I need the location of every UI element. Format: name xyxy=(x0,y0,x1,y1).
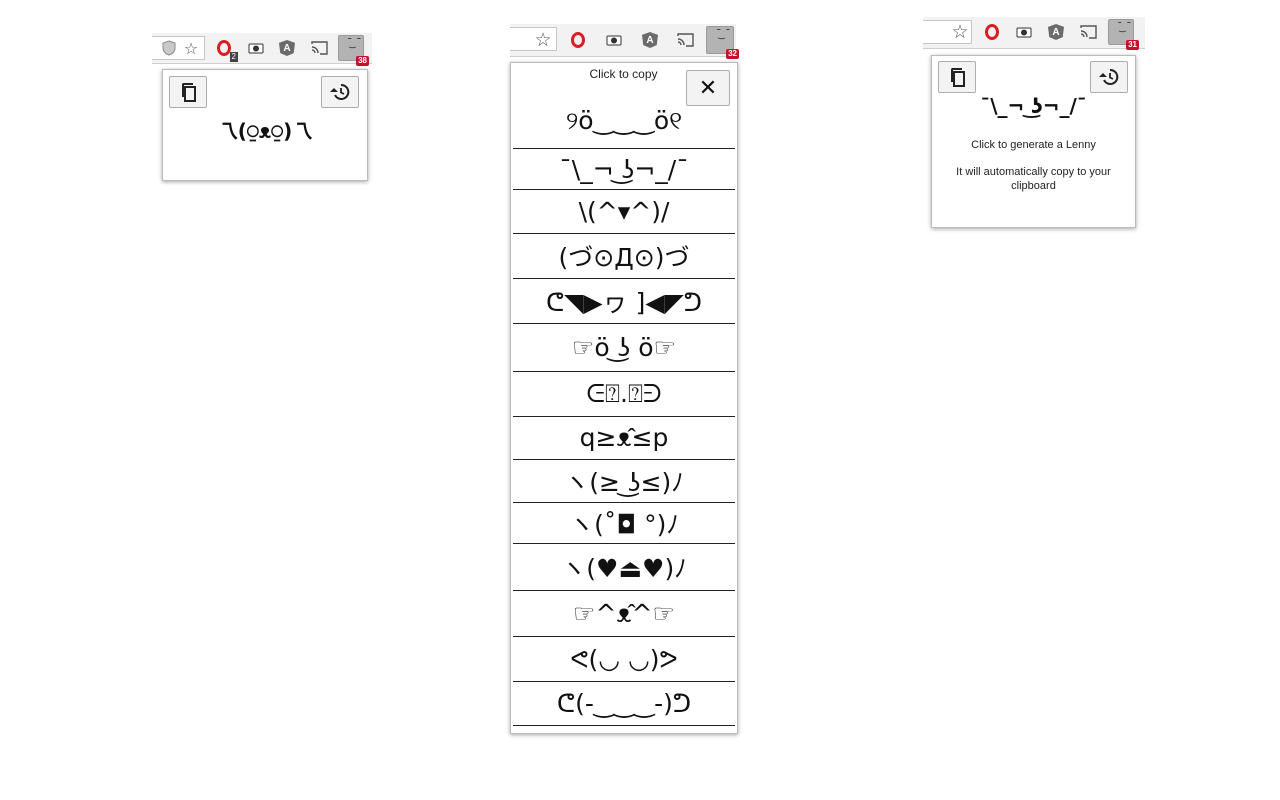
angular-icon[interactable]: A xyxy=(639,29,661,51)
lenny-extension-button[interactable]: ̄ ͜ ̄ 31 xyxy=(1108,19,1139,50)
star-icon[interactable]: ☆ xyxy=(949,21,971,43)
opera-vpn-icon[interactable] xyxy=(567,29,589,51)
middle-popup: Click to copy ✕ ୨ö‿‿‿ö୧ ¯\_¬ ͜ʖ¬_/¯ \(^▾^)… xyxy=(510,62,738,734)
copy-button[interactable] xyxy=(938,61,976,93)
lenny-face-item[interactable]: \(^▾^)/ xyxy=(513,190,735,234)
lenny-face-item[interactable]: ᕮ⍰.⍰ᕭ xyxy=(513,372,735,417)
camera-icon[interactable] xyxy=(603,29,625,51)
extension-badge: 31 xyxy=(1126,40,1139,50)
lenny-face-item[interactable]: (づ⊙Д⊙)づ xyxy=(513,234,735,279)
right-browser-toolbar: ☆ A ̄ ͜ ̄ 31 xyxy=(923,17,1145,50)
opera-vpn-icon[interactable] xyxy=(981,21,1003,43)
auto-copy-info: It will automatically copy to your clipb… xyxy=(956,166,1111,192)
lenny-face-item[interactable]: ᕙ(◡ ◡)ᕗ xyxy=(513,637,735,682)
extension-badge: 32 xyxy=(726,49,739,59)
camera-icon[interactable] xyxy=(245,37,267,59)
opera-vpn-icon[interactable]: 2 xyxy=(213,37,238,62)
copy-hint: Click to copy xyxy=(589,67,658,81)
lenny-face-item[interactable]: ヽ(˚◘ °)ﾉ xyxy=(513,503,735,544)
lenny-face-item[interactable]: ᕦ(-‿‿‿-)ᕤ xyxy=(513,682,735,726)
star-icon[interactable]: ☆ xyxy=(532,29,554,51)
history-icon xyxy=(1099,68,1119,85)
opera-badge: 2 xyxy=(229,52,238,62)
angular-icon[interactable]: A xyxy=(276,37,298,59)
lenny-list: ୨ö‿‿‿ö୧ ¯\_¬ ͜ʖ¬_/¯ \(^▾^)/(づ⊙Д⊙)づ ᕦ◥▶ヮ ]◀◤… xyxy=(513,93,735,726)
shield-icon[interactable] xyxy=(158,37,180,59)
cast-icon[interactable] xyxy=(674,29,696,51)
lenny-face-item[interactable]: ☞ö ͜ʖ ö☞ xyxy=(513,324,735,372)
extension-badge: 38 xyxy=(356,56,369,66)
copy-icon xyxy=(182,83,196,102)
lenny-face-item[interactable]: ୨ö‿‿‿ö୧ xyxy=(513,93,735,149)
current-lenny-face[interactable]: 乁(⍜ᴥ⍜)乁 xyxy=(163,115,367,144)
angular-icon[interactable]: A xyxy=(1045,21,1067,43)
lenny-extension-button[interactable]: ̄ ͜ ̄ 38 xyxy=(338,35,369,66)
lenny-face-item[interactable]: ¯\_¬ ͜ʖ¬_/¯ xyxy=(513,149,735,190)
lenny-extension-button[interactable]: ̄ ͜ ̄ 32 xyxy=(706,26,739,59)
left-browser-toolbar: ☆ 2 A ̄ ͜ ̄ 38 xyxy=(152,33,372,66)
lenny-face-item[interactable]: ᕦ◥▶ヮ ]◀◤ᕤ xyxy=(513,279,735,324)
lenny-face-item[interactable]: ヽ(♥⏏♥)ﾉ xyxy=(513,544,735,591)
camera-icon[interactable] xyxy=(1013,21,1035,43)
history-icon xyxy=(330,83,350,100)
generate-hint: Click to generate a Lenny xyxy=(971,139,1096,151)
cast-icon[interactable] xyxy=(1077,21,1099,43)
lenny-face-item[interactable]: ☞^ᴥ̂^☞ xyxy=(513,591,735,637)
left-popup: 乁(⍜ᴥ⍜)乁 xyxy=(162,69,368,181)
cast-icon[interactable] xyxy=(308,37,330,59)
copy-button[interactable] xyxy=(169,76,207,108)
current-lenny-face[interactable]: ¯\_¬ ͜ʖ¬_/¯ xyxy=(932,94,1135,118)
history-button[interactable] xyxy=(1090,61,1128,93)
history-button[interactable] xyxy=(321,76,359,108)
copy-icon xyxy=(951,68,965,87)
lenny-face-item[interactable]: q≥ᴥ̂≤p xyxy=(513,417,735,460)
middle-browser-toolbar: ☆ A ̄ ͜ ̄ 32 xyxy=(510,24,739,59)
lenny-face-item[interactable]: ヽ(≥ ͜ʖ≤)ﾉ xyxy=(513,460,735,503)
right-popup: ¯\_¬ ͜ʖ¬_/¯ Click to generate a Lenny It… xyxy=(931,55,1136,228)
star-icon[interactable]: ☆ xyxy=(180,37,202,59)
